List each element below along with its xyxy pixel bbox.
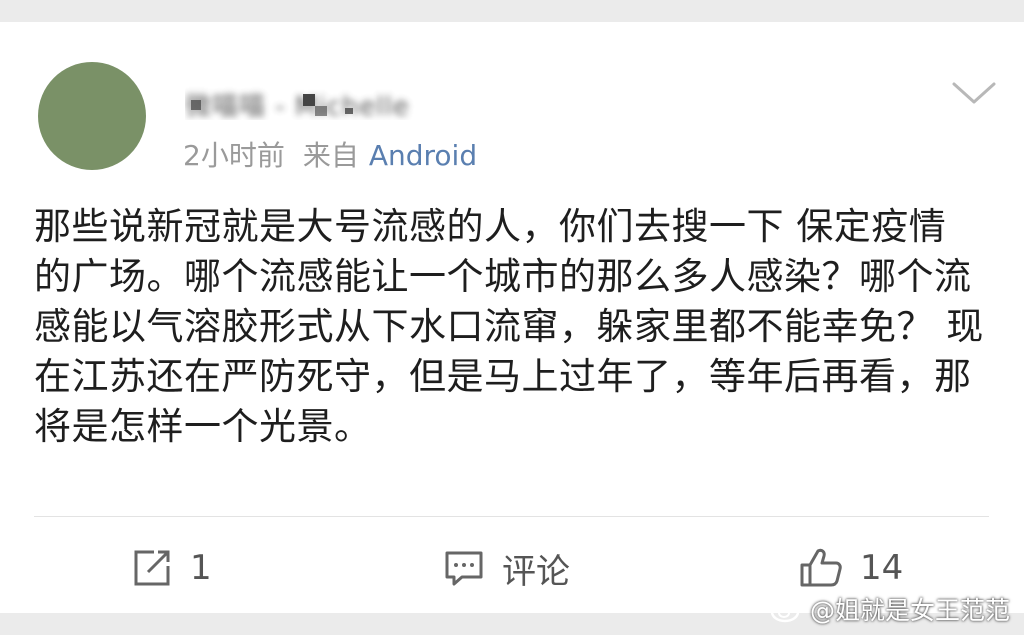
comment-icon [445,551,483,586]
post-meta: 2小时前 来自 Android [183,134,495,174]
repost-icon [134,550,170,586]
like-count: 14 [860,548,904,588]
divider [34,516,989,517]
source-name[interactable]: Android [369,139,477,172]
weibo-logo-icon [770,597,803,623]
post-time: 2小时前 [183,139,285,172]
avatar[interactable] [38,62,146,170]
pixelation-block [191,100,201,110]
username[interactable]: 微喵喵 - Michelle [185,86,545,120]
thumbs-up-icon [800,548,842,587]
watermark: @姐就是女王范范 [770,591,1010,627]
pixelation-block [315,106,327,116]
username-text: 微喵喵 - Michelle [185,92,410,120]
comment-button[interactable]: 评论 [442,546,570,592]
watermark-text: @姐就是女王范范 [809,596,1010,625]
post-body: 那些说新冠就是大号流感的人，你们去搜一下 保定疫情 的广场。哪个流感能让一个城市… [34,205,984,448]
chevron-down-icon[interactable] [950,78,998,108]
comment-label: 评论 [502,551,570,592]
pixelation-block [303,94,315,106]
repost-button[interactable]: 1 [130,546,212,590]
repost-count: 1 [190,548,212,588]
pixelation-block [345,108,353,114]
like-button[interactable]: 14 [798,546,903,590]
post-card: 微喵喵 - Michelle 2小时前 来自 Android 那些说新冠就是大号流感… [0,22,1024,613]
source-prefix: 来自 [302,139,359,172]
